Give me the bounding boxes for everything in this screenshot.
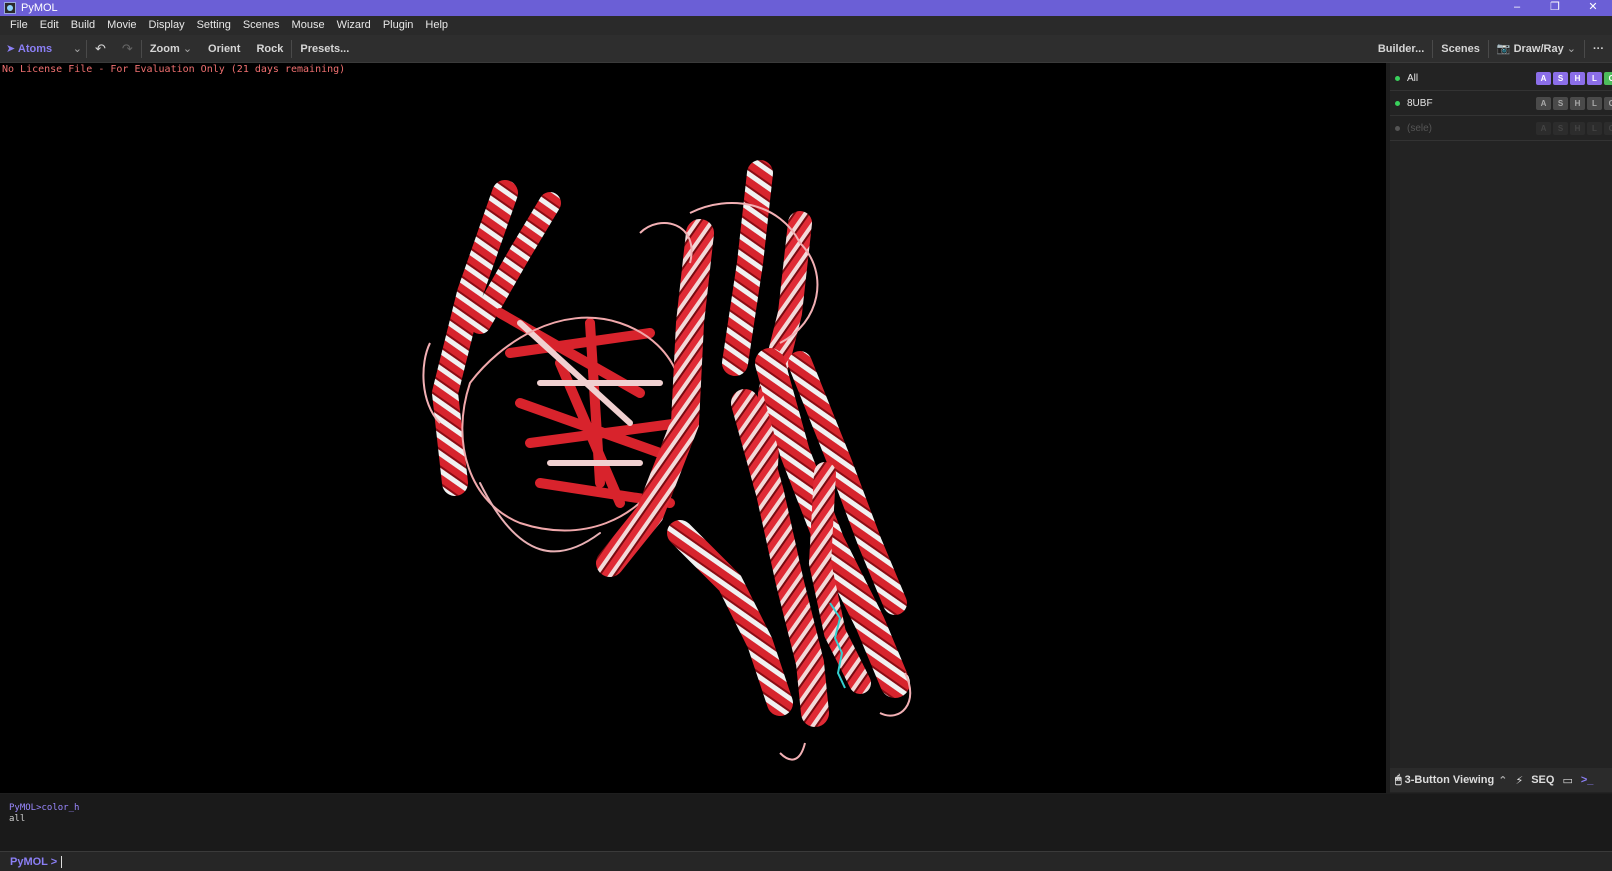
- pymol-logo-icon: [4, 2, 16, 14]
- atoms-selector[interactable]: ➤ Atoms ⌄: [0, 35, 86, 63]
- show-button[interactable]: S: [1553, 122, 1568, 135]
- label-button[interactable]: L: [1587, 122, 1602, 135]
- scenes-button[interactable]: Scenes: [1433, 35, 1488, 63]
- menu-edit[interactable]: Edit: [34, 16, 65, 35]
- show-button[interactable]: S: [1553, 97, 1568, 110]
- object-name[interactable]: (sele): [1407, 123, 1527, 134]
- label-button[interactable]: L: [1587, 97, 1602, 110]
- zoom-label: Zoom: [149, 42, 180, 55]
- zoom-button[interactable]: Zoom ⌄: [142, 35, 200, 63]
- object-row-all[interactable]: All A S H L C: [1390, 67, 1612, 91]
- undo-icon: ↶: [95, 40, 106, 56]
- action-button[interactable]: A: [1536, 72, 1551, 85]
- menu-file[interactable]: File: [4, 16, 34, 35]
- protein-cartoon: [422, 160, 912, 761]
- panel-icon[interactable]: ▭: [1562, 774, 1572, 787]
- label-button[interactable]: L: [1587, 72, 1602, 85]
- command-line[interactable]: PyMOL >: [0, 851, 1612, 871]
- action-button[interactable]: A: [1536, 97, 1551, 110]
- atoms-label: Atoms: [17, 42, 53, 55]
- console-line: PyMOL>color_h: [9, 803, 80, 813]
- restore-button[interactable]: ❐: [1536, 0, 1574, 16]
- undo-button[interactable]: ↶: [87, 35, 114, 63]
- command-prompt: PyMOL >: [10, 855, 58, 868]
- toolbar: ➤ Atoms ⌄ ↶ ↷ Zoom ⌄ Orient Rock Presets…: [0, 35, 1612, 63]
- rock-button[interactable]: Rock: [248, 35, 291, 63]
- color-button[interactable]: C: [1604, 122, 1612, 135]
- camera-icon: 📷: [1496, 43, 1511, 55]
- menu-display[interactable]: Display: [143, 16, 191, 35]
- sequence-toggle[interactable]: SEQ: [1531, 774, 1554, 786]
- viewing-bar: 🖱 3-Button Viewing ⌃ ⚡ SEQ ▭ >_: [1390, 768, 1612, 792]
- redo-icon: ↷: [121, 40, 133, 56]
- orient-button[interactable]: Orient: [200, 35, 248, 63]
- more-button[interactable]: ···: [1585, 35, 1612, 63]
- object-row-sele[interactable]: (sele) A S H L C: [1390, 117, 1612, 141]
- chevron-down-icon: ⌄: [1566, 43, 1576, 55]
- console-line: all: [9, 814, 26, 824]
- draw-ray-button[interactable]: 📷 Draw/Ray ⌄: [1489, 35, 1584, 63]
- menu-help[interactable]: Help: [419, 16, 454, 35]
- builder-button[interactable]: Builder...: [1370, 35, 1432, 63]
- object-row-8ubf[interactable]: 8UBF A S H L C: [1390, 92, 1612, 116]
- show-button[interactable]: S: [1553, 72, 1568, 85]
- action-button[interactable]: A: [1536, 122, 1551, 135]
- menu-build[interactable]: Build: [65, 16, 101, 35]
- enabled-indicator[interactable]: [1395, 126, 1400, 131]
- magic-wand-icon[interactable]: ⚡: [1515, 774, 1523, 787]
- mouse-mode-selector[interactable]: 3-Button Viewing: [1405, 774, 1495, 786]
- console-output: PyMOL>color_h all: [0, 794, 1612, 851]
- close-button[interactable]: ✕: [1574, 0, 1612, 16]
- hide-button[interactable]: H: [1570, 72, 1585, 85]
- mouse-icon: 🖱: [1395, 773, 1402, 786]
- hide-button[interactable]: H: [1570, 97, 1585, 110]
- hide-button[interactable]: H: [1570, 122, 1585, 135]
- menu-bar: File Edit Build Movie Display Setting Sc…: [0, 16, 1612, 35]
- menu-wizard[interactable]: Wizard: [331, 16, 377, 35]
- enabled-indicator[interactable]: [1395, 101, 1400, 106]
- redo-button[interactable]: ↷: [114, 35, 141, 63]
- window-title: PyMOL: [21, 2, 58, 14]
- draw-ray-label: Draw/Ray: [1513, 43, 1564, 55]
- color-button[interactable]: C: [1604, 97, 1612, 110]
- object-name[interactable]: All: [1407, 73, 1527, 84]
- menu-scenes[interactable]: Scenes: [237, 16, 286, 35]
- object-name[interactable]: 8UBF: [1407, 98, 1527, 109]
- title-bar: PyMOL – ❐ ✕: [0, 0, 1612, 16]
- object-panel: All A S H L C 8UBF A S H L C (sele) A S …: [1390, 63, 1612, 793]
- pointer-icon: ➤: [6, 42, 16, 55]
- chevron-up-icon[interactable]: ⌃: [1498, 774, 1507, 787]
- minimize-button[interactable]: –: [1498, 0, 1536, 16]
- molecular-viewport[interactable]: No License File - For Evaluation Only (2…: [0, 63, 1386, 793]
- menu-plugin[interactable]: Plugin: [377, 16, 420, 35]
- presets-button[interactable]: Presets...: [292, 35, 357, 63]
- chevron-down-icon: ⌄: [182, 42, 193, 55]
- text-cursor: [61, 855, 63, 868]
- enabled-indicator[interactable]: [1395, 76, 1400, 81]
- console-icon[interactable]: >_: [1581, 774, 1594, 786]
- menu-mouse[interactable]: Mouse: [286, 16, 331, 35]
- menu-setting[interactable]: Setting: [191, 16, 237, 35]
- helix-bundle-right: [596, 160, 910, 727]
- color-button[interactable]: C: [1604, 72, 1612, 85]
- menu-movie[interactable]: Movie: [101, 16, 142, 35]
- chevron-down-icon: ⌄: [72, 42, 82, 55]
